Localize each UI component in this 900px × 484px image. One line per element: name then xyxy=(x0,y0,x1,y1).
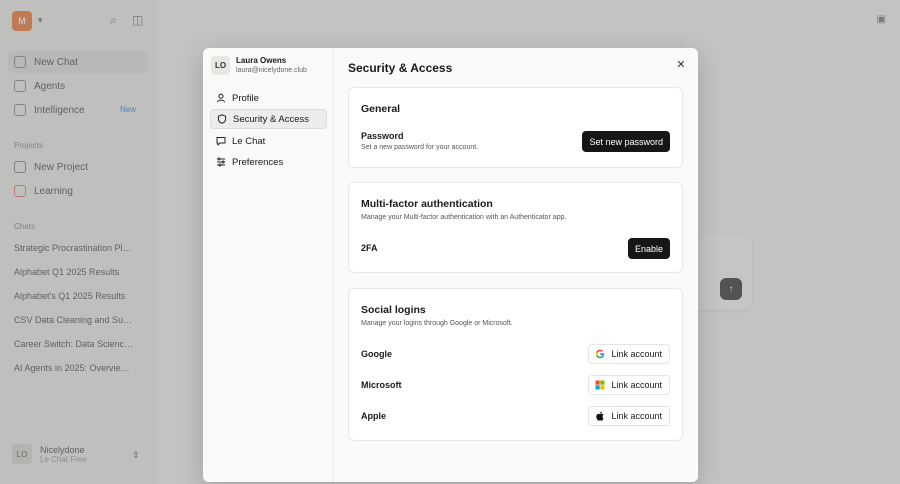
password-label: Password xyxy=(361,131,404,141)
link-microsoft-button[interactable]: Link account xyxy=(588,375,670,395)
google-icon xyxy=(596,349,605,359)
social-description: Manage your logins through Google or Mic… xyxy=(361,320,513,327)
settings-nav-label: Security & Access xyxy=(233,113,310,125)
page-title: Security & Access xyxy=(348,61,453,75)
mfa-heading: Multi-factor authentication xyxy=(361,198,493,210)
settings-sidebar: LO Laura Owens laura@nicelydone.club Pro… xyxy=(203,48,334,482)
twofa-label: 2FA xyxy=(361,243,378,253)
microsoft-icon xyxy=(595,380,605,390)
settings-nav-label: Profile xyxy=(232,92,259,104)
close-button[interactable]: ✕ xyxy=(674,57,688,71)
settings-content: Security & Access ✕ General Password Set… xyxy=(334,48,698,482)
password-description: Set a new password for your account. xyxy=(361,144,479,151)
settings-nav-preferences[interactable]: Preferences xyxy=(210,152,327,172)
google-label: Google xyxy=(361,349,392,359)
link-account-label: Link account xyxy=(611,380,662,390)
social-logins-card: Social logins Manage your logins through… xyxy=(348,288,683,441)
settings-user-header: LO Laura Owens laura@nicelydone.club xyxy=(211,56,307,75)
link-account-label: Link account xyxy=(611,349,662,359)
apple-icon xyxy=(596,411,604,421)
set-new-password-button[interactable]: Set new password xyxy=(582,131,670,152)
general-card: General Password Set a new password for … xyxy=(348,87,683,168)
microsoft-label: Microsoft xyxy=(361,380,402,390)
enable-2fa-button[interactable]: Enable xyxy=(627,238,670,259)
settings-nav-le-chat[interactable]: Le Chat xyxy=(210,131,327,151)
user-name: Laura Owens xyxy=(236,56,287,65)
mfa-card: Multi-factor authentication Manage your … xyxy=(348,182,683,273)
settings-nav-label: Preferences xyxy=(232,156,284,168)
sliders-icon xyxy=(217,157,225,167)
user-icon xyxy=(217,93,225,103)
settings-modal: LO Laura Owens laura@nicelydone.club Pro… xyxy=(203,48,698,482)
user-email: laura@nicelydone.club xyxy=(236,67,307,74)
settings-nav-label: Le Chat xyxy=(232,135,266,147)
close-icon: ✕ xyxy=(676,58,686,71)
apple-label: Apple xyxy=(361,411,387,421)
link-google-button[interactable]: Link account xyxy=(588,344,670,364)
shield-icon xyxy=(217,114,227,124)
link-apple-button[interactable]: Link account xyxy=(588,406,670,426)
avatar: LO xyxy=(211,56,230,75)
settings-nav-profile[interactable]: Profile xyxy=(210,88,327,108)
mfa-description: Manage your Multi-factor authentication … xyxy=(361,214,567,221)
settings-nav-security[interactable]: Security & Access xyxy=(210,109,327,129)
chat-icon xyxy=(216,137,226,146)
link-account-label: Link account xyxy=(611,411,662,421)
general-heading: General xyxy=(361,103,401,115)
social-heading: Social logins xyxy=(361,304,426,316)
